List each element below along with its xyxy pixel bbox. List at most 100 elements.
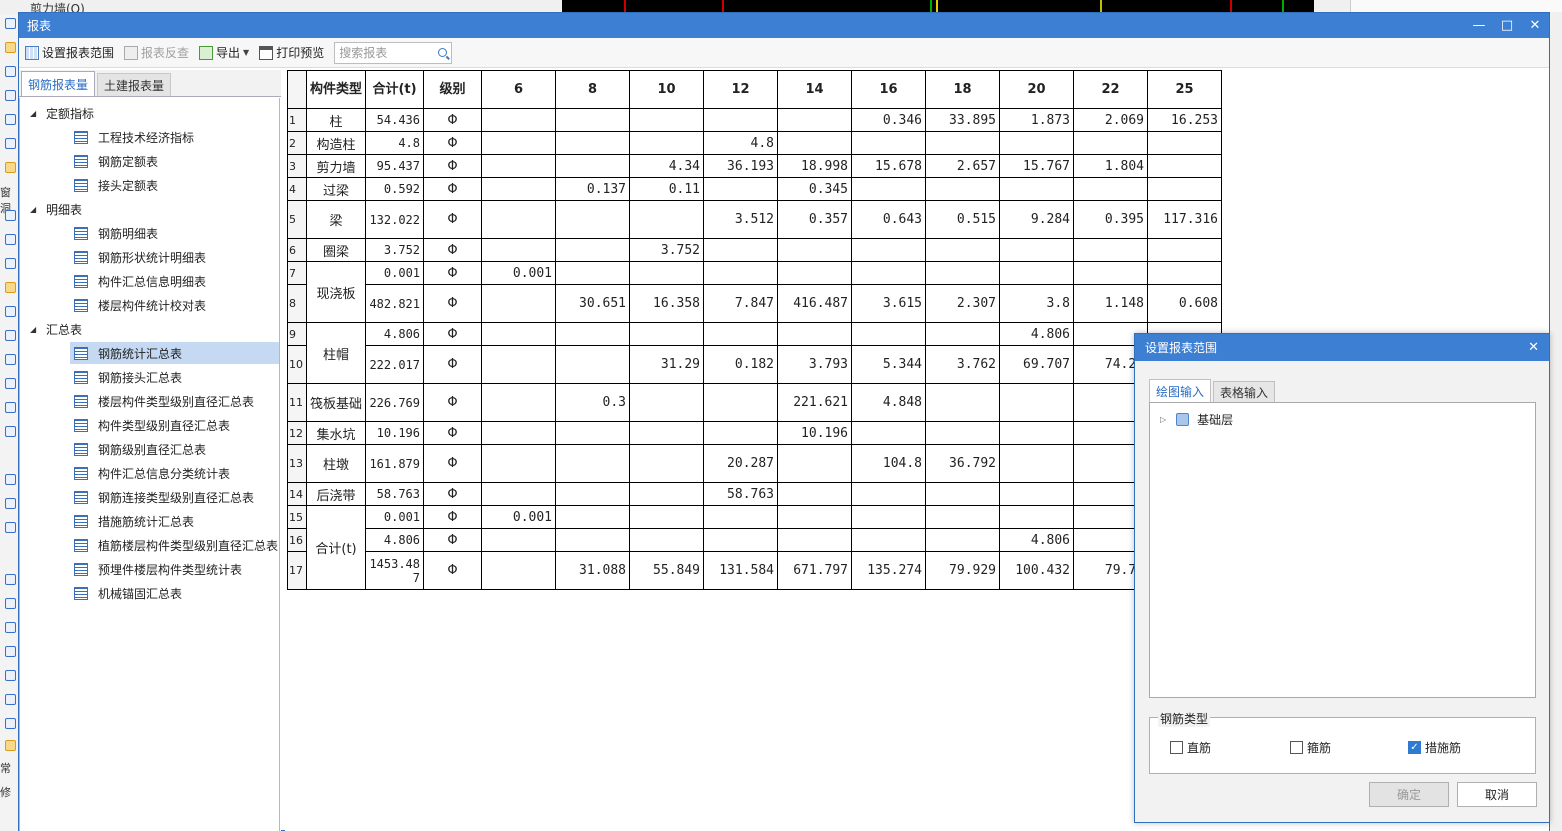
- diameter-value-cell[interactable]: 58.763: [703, 482, 779, 506]
- diameter-value-cell[interactable]: 36.792: [925, 444, 1001, 483]
- diameter-value-cell[interactable]: [481, 551, 557, 590]
- tree-category-quota[interactable]: ◢ 定额指标: [30, 102, 94, 124]
- diameter-value-cell[interactable]: 0.346: [851, 108, 927, 132]
- component-type-cell[interactable]: 剪力墙: [305, 154, 367, 178]
- grade-cell[interactable]: Φ: [423, 383, 483, 422]
- diameter-value-cell[interactable]: [629, 131, 705, 155]
- diameter-value-cell[interactable]: [703, 177, 779, 201]
- diameter-value-cell[interactable]: [999, 238, 1075, 262]
- diameter-value-cell[interactable]: [703, 421, 779, 445]
- diameter-value-cell[interactable]: 221.621: [777, 383, 853, 422]
- ok-button[interactable]: 确定: [1369, 782, 1449, 807]
- diameter-value-cell[interactable]: [851, 505, 927, 529]
- floor-checkbox[interactable]: [1176, 413, 1190, 426]
- tree-item-report[interactable]: 构件汇总信息分类统计表: [70, 462, 279, 484]
- diameter-value-cell[interactable]: [925, 421, 1001, 445]
- diameter-value-cell[interactable]: 18.998: [777, 154, 853, 178]
- stirrup-checkbox[interactable]: 箍筋: [1290, 739, 1331, 756]
- tree-item-report[interactable]: 构件汇总信息明细表: [70, 270, 279, 292]
- diameter-value-cell[interactable]: 1.804: [1073, 154, 1149, 178]
- grade-cell[interactable]: Φ: [423, 154, 483, 178]
- diameter-value-cell[interactable]: 69.707: [999, 345, 1075, 384]
- expand-arrow-icon[interactable]: ▷: [1160, 415, 1166, 424]
- component-type-cell[interactable]: 筏板基础: [305, 383, 367, 422]
- diameter-value-cell[interactable]: 1.148: [1073, 284, 1149, 323]
- diameter-value-cell[interactable]: [999, 131, 1075, 155]
- tree-item-report[interactable]: 钢筋定额表: [70, 150, 279, 172]
- diameter-value-cell[interactable]: 131.584: [703, 551, 779, 590]
- collapse-arrow-icon[interactable]: ◢: [30, 205, 46, 214]
- column-header[interactable]: 16: [851, 70, 927, 109]
- diameter-value-cell[interactable]: [555, 421, 631, 445]
- diameter-value-cell[interactable]: 36.193: [703, 154, 779, 178]
- diameter-value-cell[interactable]: [629, 200, 705, 239]
- grade-cell[interactable]: Φ: [423, 421, 483, 445]
- collapse-arrow-icon[interactable]: ◢: [30, 109, 46, 118]
- diameter-value-cell[interactable]: [925, 482, 1001, 506]
- diameter-value-cell[interactable]: [629, 383, 705, 422]
- diameter-value-cell[interactable]: 0.608: [1147, 284, 1223, 323]
- checkbox-box[interactable]: [1170, 741, 1183, 754]
- diameter-value-cell[interactable]: [777, 444, 853, 483]
- diameter-value-cell[interactable]: [481, 345, 557, 384]
- diameter-value-cell[interactable]: [925, 261, 1001, 285]
- diameter-value-cell[interactable]: [851, 421, 927, 445]
- grade-cell[interactable]: Φ: [423, 345, 483, 384]
- tree-item-report[interactable]: 钢筋级别直径汇总表: [70, 438, 279, 460]
- tab-rebar-report[interactable]: 钢筋报表量: [21, 71, 96, 96]
- diameter-value-cell[interactable]: [777, 482, 853, 506]
- diameter-value-cell[interactable]: 4.848: [851, 383, 927, 422]
- grade-cell[interactable]: Φ: [423, 444, 483, 483]
- diameter-value-cell[interactable]: 31.088: [555, 551, 631, 590]
- grade-cell[interactable]: Φ: [423, 108, 483, 132]
- diameter-value-cell[interactable]: [481, 482, 557, 506]
- report-reverse-check-button[interactable]: 报表反查: [124, 44, 189, 61]
- diameter-value-cell[interactable]: [481, 238, 557, 262]
- diameter-value-cell[interactable]: 2.069: [1073, 108, 1149, 132]
- tree-item-report[interactable]: 预埋件楼层构件类型统计表: [70, 558, 279, 580]
- dialog-close-icon[interactable]: ✕: [1528, 340, 1539, 355]
- diameter-value-cell[interactable]: [777, 108, 853, 132]
- diameter-value-cell[interactable]: [1073, 261, 1149, 285]
- diameter-value-cell[interactable]: [925, 383, 1001, 422]
- diameter-value-cell[interactable]: [851, 131, 927, 155]
- component-type-cell[interactable]: 后浇带: [305, 482, 367, 506]
- diameter-value-cell[interactable]: [555, 238, 631, 262]
- diameter-value-cell[interactable]: [629, 444, 705, 483]
- diameter-value-cell[interactable]: [555, 108, 631, 132]
- diameter-value-cell[interactable]: 0.001: [481, 505, 557, 529]
- column-header[interactable]: 构件类型: [305, 70, 367, 109]
- tree-item-report[interactable]: 楼层构件类型级别直径汇总表: [70, 390, 279, 412]
- tree-item-report[interactable]: 植筋楼层构件类型级别直径汇总表: [70, 534, 279, 556]
- diameter-value-cell[interactable]: 2.657: [925, 154, 1001, 178]
- diameter-value-cell[interactable]: [555, 131, 631, 155]
- grade-cell[interactable]: Φ: [423, 284, 483, 323]
- checkbox-box[interactable]: [1290, 741, 1303, 754]
- tree-category-summary[interactable]: ◢ 汇总表: [30, 318, 82, 340]
- diameter-value-cell[interactable]: [629, 108, 705, 132]
- diameter-value-cell[interactable]: [777, 528, 853, 552]
- diameter-value-cell[interactable]: 31.29: [629, 345, 705, 384]
- diameter-value-cell[interactable]: [555, 505, 631, 529]
- total-cell[interactable]: 95.437: [365, 154, 425, 178]
- diameter-value-cell[interactable]: [1147, 177, 1223, 201]
- diameter-value-cell[interactable]: [629, 482, 705, 506]
- column-header[interactable]: 20: [999, 70, 1075, 109]
- diameter-value-cell[interactable]: [999, 261, 1075, 285]
- column-header[interactable]: 18: [925, 70, 1001, 109]
- diameter-value-cell[interactable]: [925, 505, 1001, 529]
- column-header[interactable]: 12: [703, 70, 779, 109]
- diameter-value-cell[interactable]: 33.895: [925, 108, 1001, 132]
- diameter-value-cell[interactable]: [999, 444, 1075, 483]
- component-type-cell[interactable]: 圈梁: [305, 238, 367, 262]
- diameter-value-cell[interactable]: [629, 421, 705, 445]
- total-cell[interactable]: 0.001: [365, 261, 425, 285]
- diameter-value-cell[interactable]: [555, 154, 631, 178]
- diameter-value-cell[interactable]: 0.515: [925, 200, 1001, 239]
- diameter-value-cell[interactable]: [703, 238, 779, 262]
- total-cell[interactable]: 222.017: [365, 345, 425, 384]
- diameter-value-cell[interactable]: [999, 177, 1075, 201]
- diameter-value-cell[interactable]: 671.797: [777, 551, 853, 590]
- diameter-value-cell[interactable]: 0.357: [777, 200, 853, 239]
- diameter-value-cell[interactable]: [777, 238, 853, 262]
